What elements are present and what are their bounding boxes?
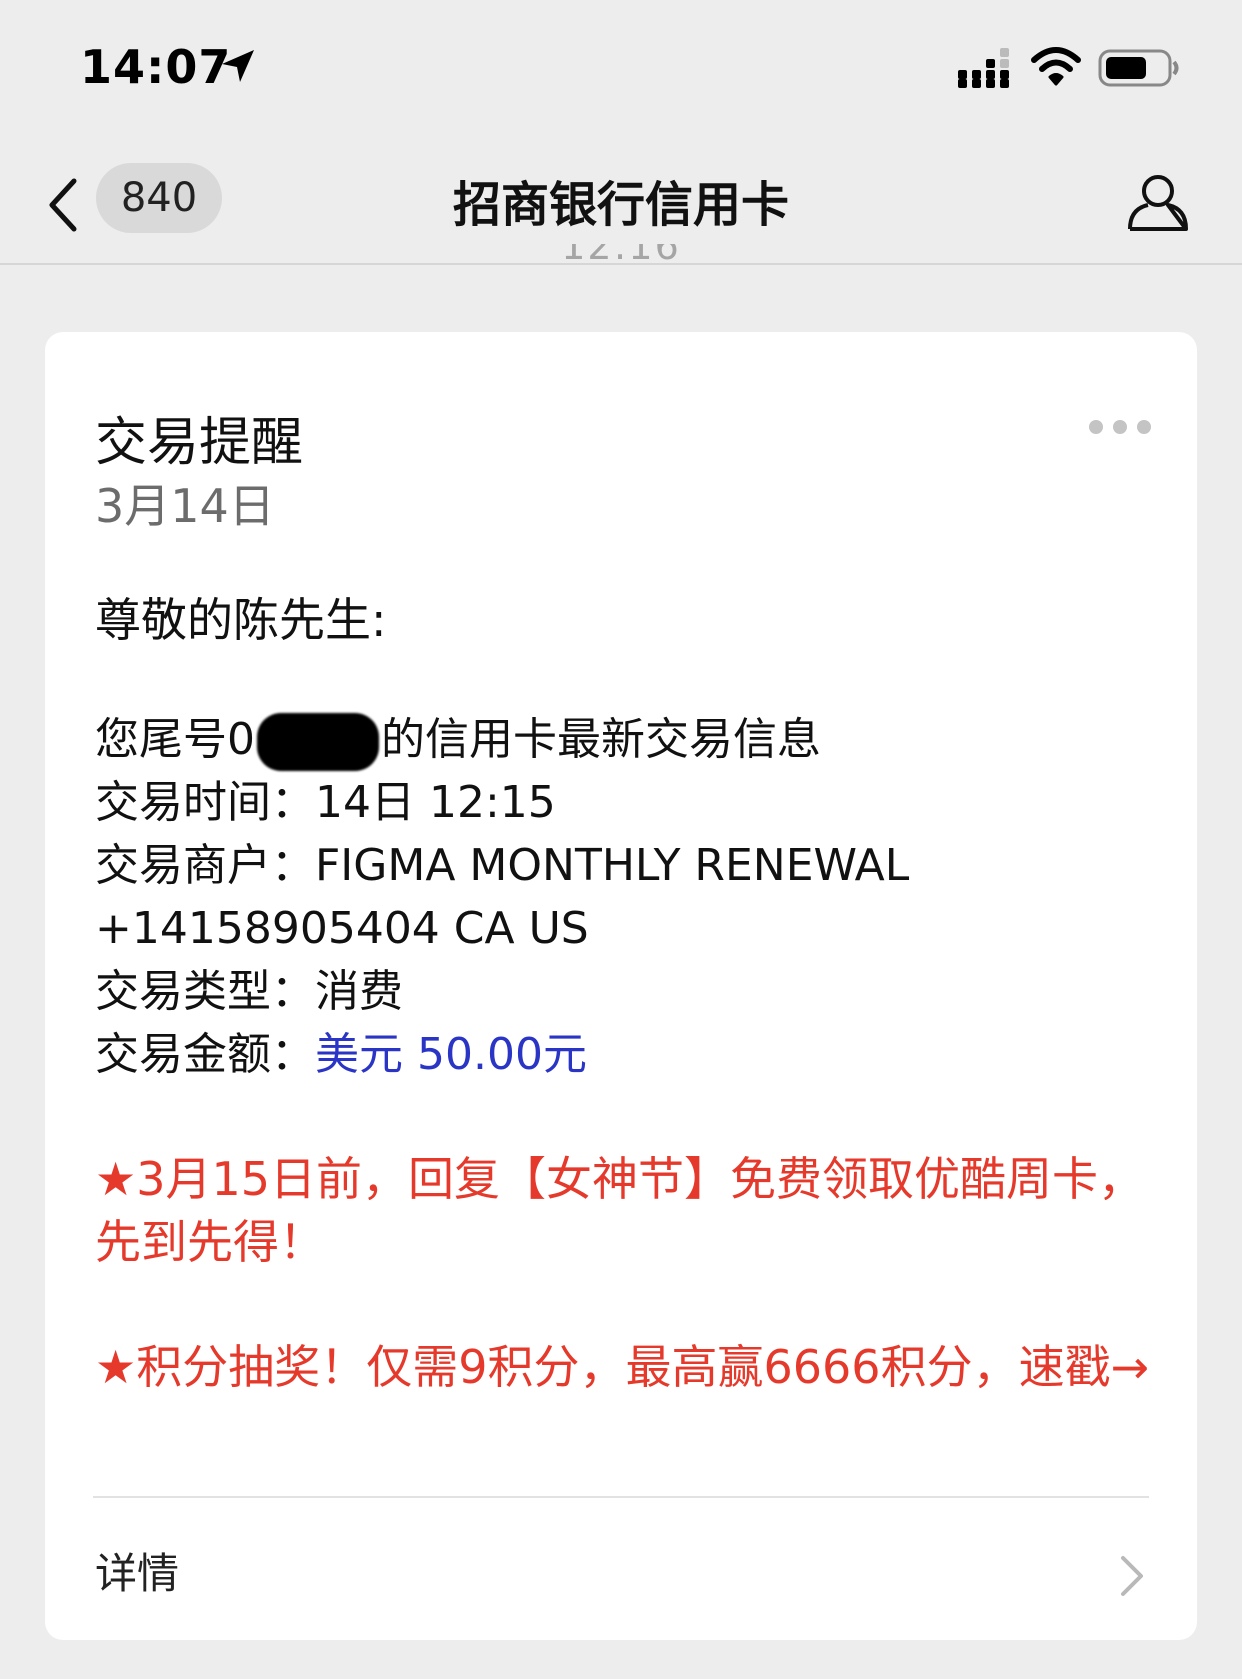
chat-title: 招商银行信用卡	[452, 177, 789, 233]
merchant-contact: +14158905404 CA US	[95, 903, 589, 954]
amount-value: 美元 50.00元	[315, 1029, 587, 1080]
card-number-visible-digit: 0	[227, 714, 255, 765]
card-number-line: 您尾号0 的信用卡最新交易信息	[95, 708, 1155, 771]
person-outline-icon[interactable]	[1126, 169, 1190, 233]
transaction-time: 交易时间：14日 12:15	[95, 777, 556, 828]
promo-text-youku: ★3月15日前，回复【女神节】免费领取优酷周卡，先到先得！	[95, 1152, 1145, 1269]
unread-count-badge[interactable]: 840	[96, 163, 222, 233]
details-link[interactable]: 详情	[45, 1498, 1197, 1640]
promo-link-lottery[interactable]: ★积分抽奖！仅需9积分，最高赢6666积分，速戳→	[95, 1336, 1155, 1399]
ellipsis-icon[interactable]	[1085, 416, 1155, 438]
details-label: 详情	[95, 1549, 180, 1598]
message-card[interactable]: 交易提醒 3月14日 尊敬的陈先生: 您尾号0 的信用卡最新交易信息 交易时间：1…	[45, 332, 1197, 1640]
cellular-signal-icon	[958, 48, 1009, 88]
redaction-mark	[257, 713, 379, 771]
status-bar: 14:07	[0, 0, 1242, 135]
message-title: 交易提醒	[95, 413, 304, 473]
transaction-details: 您尾号0 的信用卡最新交易信息 交易时间：14日 12:15 交易商户：FIGMA…	[95, 708, 1155, 1086]
location-arrow-icon	[222, 50, 254, 82]
greeting: 尊敬的陈先生:	[95, 593, 387, 647]
transaction-merchant: 交易商户：FIGMA MONTHLY RENEWAL	[95, 840, 910, 891]
battery-icon	[1098, 49, 1179, 87]
transaction-amount: 交易金额：美元 50.00元	[95, 1029, 587, 1080]
transaction-type: 交易类型：消费	[95, 966, 403, 1017]
chevron-right-icon	[1121, 1556, 1143, 1596]
status-time: 14:07	[80, 40, 232, 94]
chevron-left-icon[interactable]	[44, 175, 84, 235]
wifi-icon	[1031, 47, 1081, 86]
message-timestamp: 12:16	[561, 244, 681, 268]
message-date: 3月14日	[95, 479, 275, 533]
